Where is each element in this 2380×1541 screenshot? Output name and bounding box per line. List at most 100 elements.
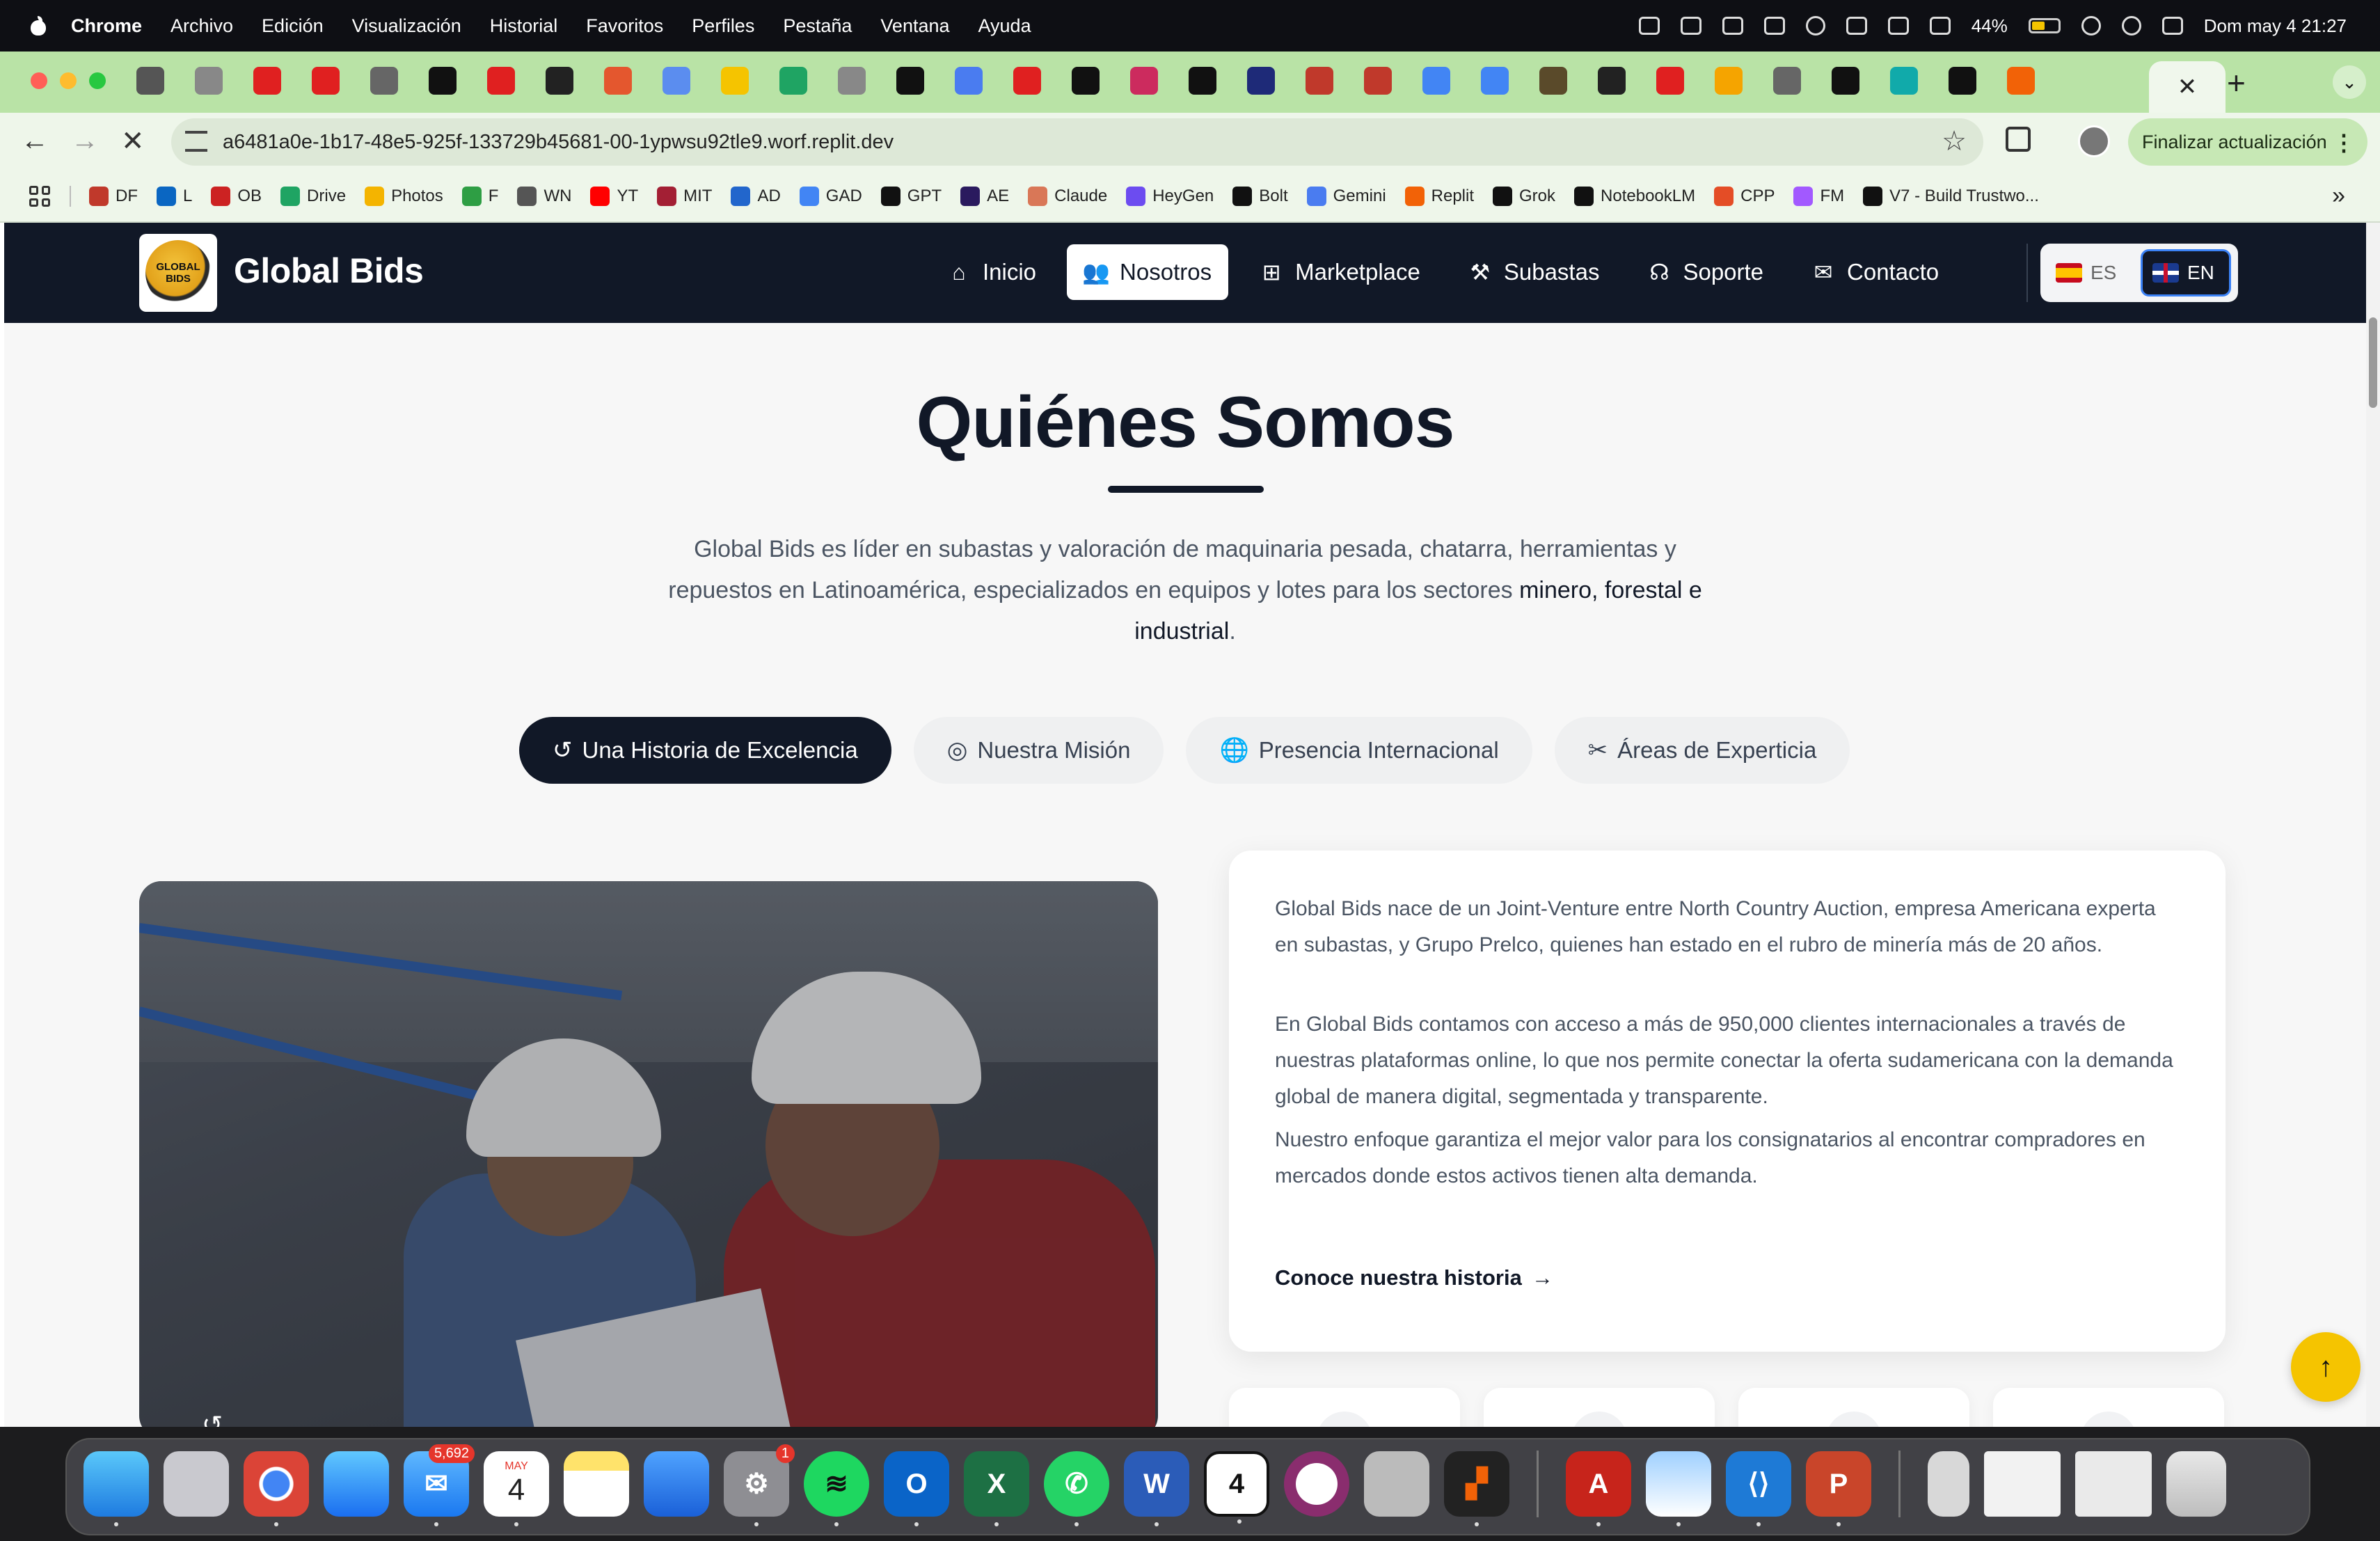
tab-favicon[interactable] — [1013, 67, 1041, 95]
whatsapp-icon[interactable]: ✆ — [1044, 1451, 1109, 1526]
bookmark-item[interactable]: FM — [1793, 187, 1844, 206]
bookmark-item[interactable]: NotebookLM — [1574, 187, 1695, 206]
lang-es-button[interactable]: ES — [2046, 249, 2126, 297]
calendar-4-icon[interactable]: 4 — [1204, 1451, 1269, 1524]
nav-subastas[interactable]: ⚒ Subastas — [1451, 244, 1617, 300]
bookmark-item[interactable]: OB — [211, 187, 262, 206]
tab-favicon[interactable] — [546, 67, 573, 95]
menu-ventana[interactable]: Ventana — [880, 15, 949, 37]
bookmark-item[interactable]: HeyGen — [1126, 187, 1214, 206]
bookmark-item[interactable]: Replit — [1404, 187, 1474, 206]
tab-favicon[interactable] — [1247, 67, 1275, 95]
tab-favicon[interactable] — [663, 67, 690, 95]
site-info-icon[interactable] — [185, 131, 207, 152]
keyboard-icon[interactable] — [1929, 17, 1951, 35]
address-bar[interactable]: a6481a0e-1b17-48e5-925f-133729b45681-00-… — [171, 118, 1983, 166]
tab-favicon[interactable] — [1422, 67, 1450, 95]
tab-favicon[interactable] — [1130, 67, 1158, 95]
bookmark-item[interactable]: MIT — [657, 187, 712, 206]
system-settings-icon[interactable]: ⚙ 1 — [724, 1444, 795, 1526]
menu-perfiles[interactable]: Perfiles — [692, 15, 754, 37]
menu-pestana[interactable]: Pestaña — [783, 15, 852, 37]
menu-visualizacion[interactable]: Visualización — [352, 15, 461, 37]
chrome-icon[interactable] — [244, 1451, 309, 1526]
status-app-icon[interactable] — [1638, 17, 1660, 35]
tab-historia[interactable]: ↺ Una Historia de Excelencia — [519, 717, 891, 784]
tab-favicon[interactable] — [721, 67, 749, 95]
tab-favicon[interactable] — [779, 67, 807, 95]
new-tab-button[interactable]: + — [2227, 64, 2246, 102]
tab-favicon[interactable] — [838, 67, 866, 95]
tab-mision[interactable]: ◎ Nuestra Misión — [913, 717, 1164, 784]
mail-icon[interactable]: ✉ 5,692 — [404, 1444, 475, 1526]
play-icon[interactable] — [1805, 16, 1825, 35]
vscode-icon[interactable]: ⟨⟩ — [1726, 1451, 1791, 1526]
minimize-window-button[interactable] — [60, 72, 77, 89]
volume-icon[interactable] — [1846, 17, 1867, 35]
bookmark-item[interactable]: YT — [590, 187, 638, 206]
scroll-to-top-button[interactable]: ↑ — [2291, 1332, 2361, 1402]
menubar-clock[interactable]: Dom may 4 21:27 — [2204, 15, 2347, 37]
tab-favicon[interactable] — [1481, 67, 1509, 95]
tab-favicon[interactable] — [1539, 67, 1567, 95]
nav-marketplace[interactable]: ⊞ Marketplace — [1242, 244, 1437, 300]
tab-experticia[interactable]: ✂ Áreas de Experticia — [1554, 717, 1850, 784]
page-scrollbar[interactable] — [2366, 223, 2380, 1427]
tab-favicon[interactable] — [2007, 67, 2035, 95]
acrobat-icon[interactable]: A — [1566, 1451, 1631, 1526]
display-mirror-icon[interactable] — [1722, 17, 1743, 35]
tab-favicon[interactable] — [955, 67, 983, 95]
wifi-icon[interactable] — [2081, 16, 2101, 35]
preview-icon[interactable] — [1646, 1451, 1711, 1526]
finder-icon[interactable] — [84, 1451, 149, 1526]
scrollbar-thumb[interactable] — [2369, 317, 2377, 408]
bluetooth-icon[interactable] — [1887, 17, 1909, 35]
notes-icon[interactable] — [564, 1451, 629, 1517]
tab-favicon[interactable] — [1949, 67, 1976, 95]
outlook-icon[interactable]: O — [884, 1451, 949, 1526]
recent-window-thumbnail[interactable] — [1984, 1451, 2061, 1517]
bookmark-item[interactable]: Bolt — [1232, 187, 1288, 206]
tab-favicon[interactable] — [1656, 67, 1684, 95]
bookmark-item[interactable]: Grok — [1493, 187, 1555, 206]
tab-presencia[interactable]: 🌐 Presencia Internacional — [1186, 717, 1532, 784]
iphone-mirroring-icon[interactable] — [1364, 1451, 1429, 1517]
url-text[interactable]: a6481a0e-1b17-48e5-925f-133729b45681-00-… — [223, 131, 894, 154]
bookmark-item[interactable]: DF — [89, 187, 138, 206]
tab-favicon[interactable] — [1715, 67, 1743, 95]
calendar-icon[interactable]: MAY 4 — [484, 1451, 549, 1526]
tab-search-chevron-icon[interactable]: ⌄ — [2333, 65, 2366, 99]
menu-favoritos[interactable]: Favoritos — [586, 15, 663, 37]
more-menu-icon[interactable]: ⋮ — [2333, 129, 2355, 156]
powerpoint-icon[interactable]: P — [1806, 1451, 1871, 1526]
spotlight-search-icon[interactable] — [2121, 16, 2141, 35]
circle-app-icon[interactable] — [1284, 1451, 1349, 1517]
bookmark-item[interactable]: AD — [731, 187, 781, 206]
bookmark-item[interactable]: Drive — [280, 187, 346, 206]
tab-favicon[interactable] — [1072, 67, 1100, 95]
nav-nosotros[interactable]: 👥 Nosotros — [1067, 244, 1229, 300]
more-bookmarks-icon[interactable]: » — [2332, 182, 2345, 210]
keynote-icon[interactable] — [644, 1451, 709, 1517]
downloads-stack-icon[interactable] — [1928, 1451, 1969, 1517]
audio-wave-icon[interactable] — [1680, 17, 1701, 35]
bookmark-item[interactable]: CPP — [1714, 187, 1775, 206]
safari-icon[interactable] — [324, 1451, 389, 1517]
menu-historial[interactable]: Historial — [490, 15, 558, 37]
tab-favicon[interactable] — [195, 67, 223, 95]
tab-favicon[interactable] — [312, 67, 340, 95]
battery-icon[interactable] — [2028, 18, 2061, 33]
nav-contacto[interactable]: ✉ Contacto — [1794, 244, 1955, 300]
launchpad-icon[interactable] — [164, 1451, 229, 1517]
menu-archivo[interactable]: Archivo — [170, 15, 233, 37]
replit-icon[interactable]: ▞ — [1444, 1451, 1509, 1526]
bookmark-item[interactable]: Gemini — [1306, 187, 1386, 206]
tab-favicon[interactable] — [136, 67, 164, 95]
profile-avatar[interactable] — [2078, 125, 2110, 157]
bookmark-item[interactable]: AE — [960, 187, 1009, 206]
lang-en-button[interactable]: EN — [2141, 249, 2231, 297]
tab-favicon[interactable] — [1773, 67, 1801, 95]
history-link[interactable]: Conoce nuestra historia → — [1275, 1265, 1553, 1290]
bookmark-item[interactable]: F — [461, 187, 498, 206]
bookmark-item[interactable]: GAD — [799, 187, 862, 206]
